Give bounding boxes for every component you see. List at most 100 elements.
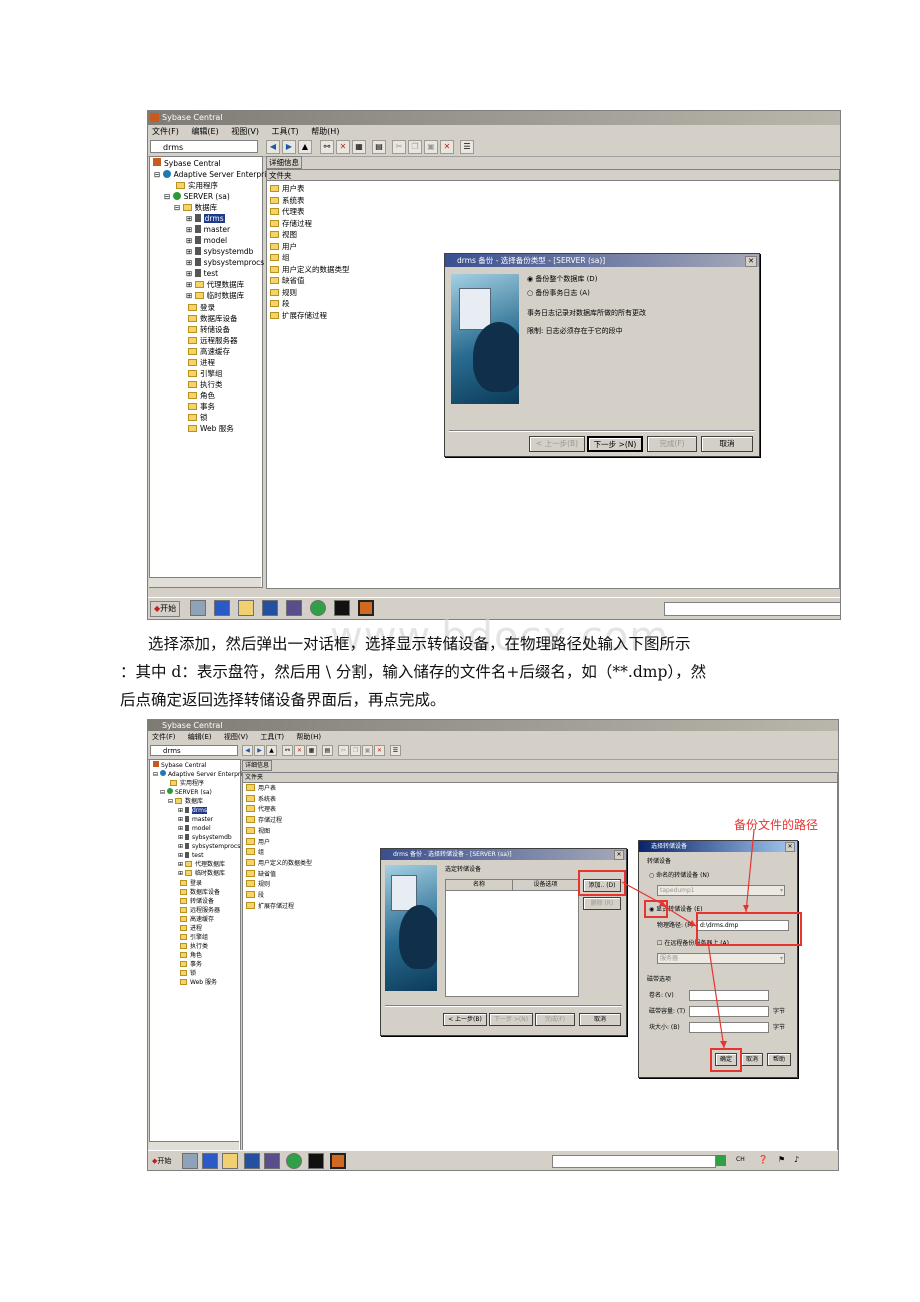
tree-temp-db[interactable]: ⊞ 临时数据库 (186, 290, 244, 301)
finish-button[interactable]: 完成(F) (647, 436, 697, 452)
start-button[interactable]: ◆开始 (150, 1154, 173, 1168)
address-box[interactable] (664, 602, 840, 616)
tray-volume-icon[interactable]: ♪ (794, 1155, 799, 1164)
green-app-icon[interactable] (310, 600, 326, 616)
tree-db-test[interactable]: ⊞ test (186, 268, 218, 279)
folder-list-item[interactable]: 代理表 (270, 206, 305, 218)
go-icon[interactable] (716, 1155, 726, 1166)
console-icon[interactable] (308, 1153, 324, 1169)
tree-db-sybsystemprocs[interactable]: ⊞ sybsystemprocs (186, 257, 264, 268)
folder-list-label: 扩展存储过程 (282, 310, 327, 320)
folder-list-item[interactable]: 用户定义的数据类型 (270, 264, 350, 276)
tree-remote-servers[interactable]: 远程服务器 (188, 335, 238, 346)
tree-caches[interactable]: 高速缓存 (188, 346, 230, 357)
folder-list-item[interactable]: 扩展存储过程 (270, 310, 327, 322)
back-button[interactable]: < 上一步(B) (529, 436, 585, 452)
tree-db-model[interactable]: ⊞ model (186, 235, 227, 246)
menu-tools[interactable]: 工具(T) (272, 127, 299, 136)
query-icon[interactable]: ▦ (352, 140, 366, 154)
database-icon (194, 247, 201, 255)
tree-logins[interactable]: 登录 (188, 302, 215, 313)
network-icon[interactable] (182, 1153, 198, 1169)
tree-roles[interactable]: 角色 (188, 390, 215, 401)
sybase-app-icon[interactable] (262, 600, 278, 616)
tray-network-icon[interactable]: ⚑ (778, 1155, 785, 1164)
tree-dump-devices[interactable]: 转储设备 (188, 324, 230, 335)
delete-icon[interactable]: ✕ (440, 140, 454, 154)
tree-folder-label: 事务 (200, 402, 215, 411)
dialog-limit-text: 限制: 日志必须存在于它的段中 (527, 327, 623, 335)
arrowhead (720, 1041, 727, 1048)
tree-proxy-db[interactable]: ⊞ 代理数据库 (186, 279, 244, 290)
network-icon[interactable] (190, 600, 206, 616)
folder-list-item[interactable]: 用户表 (270, 183, 305, 195)
folder-list-item[interactable]: 系统表 (270, 195, 305, 207)
explorer-icon[interactable] (238, 600, 254, 616)
folder-list-label: 代理表 (282, 207, 305, 216)
tree-db-devices[interactable]: 数据库设备 (188, 313, 238, 324)
tree-exec-classes[interactable]: 执行类 (188, 379, 223, 390)
folder-list-label: 段 (282, 299, 290, 308)
folder-list-item[interactable]: 存储过程 (270, 218, 312, 230)
folder-list-item[interactable]: 用户 (270, 241, 297, 253)
tree-engine-groups[interactable]: 引擎组 (188, 368, 223, 379)
tree-web-services[interactable]: Web 服务 (188, 423, 234, 434)
address-box[interactable] (552, 1155, 716, 1168)
menu-help[interactable]: 帮助(H) (311, 127, 339, 136)
folder-icon[interactable]: ▤ (372, 140, 386, 154)
menu-view[interactable]: 视图(V) (231, 127, 259, 136)
close-icon[interactable]: ✕ (745, 256, 757, 267)
tool-icon[interactable] (264, 1153, 280, 1169)
up-folder-icon[interactable]: ▲ (298, 140, 312, 154)
sybase-central-icon[interactable] (330, 1153, 346, 1169)
disconnect-icon[interactable]: ✕ (336, 140, 350, 154)
tree-db-drms[interactable]: ⊞ drms (186, 213, 225, 224)
powershell-icon[interactable] (214, 600, 230, 616)
green-app-icon[interactable] (286, 1153, 302, 1169)
back-icon[interactable]: ◀ (266, 140, 280, 154)
folder-list-label: 用户定义的数据类型 (282, 264, 350, 274)
tree-server[interactable]: ⊟ SERVER (sa) (164, 191, 230, 202)
tree-transactions[interactable]: 事务 (188, 401, 215, 412)
backup-db-radio[interactable]: ◉ 备份整个数据库 (D) (527, 274, 597, 284)
folder-list-item[interactable]: 视图 (270, 229, 297, 241)
tree-root[interactable]: Sybase Central (153, 158, 221, 169)
menu-file[interactable]: 文件(F) (152, 127, 179, 136)
database-icon (194, 225, 201, 233)
tree-databases[interactable]: ⊟ 数据库 (174, 202, 217, 213)
tree-locks[interactable]: 锁 (188, 412, 208, 423)
detail-tab[interactable]: 详细信息 (266, 156, 302, 169)
next-button[interactable]: 下一步 >(N) (587, 436, 643, 452)
database-combo[interactable]: drms (150, 140, 258, 153)
folder-list-item[interactable]: 缺省值 (270, 275, 305, 287)
tree-db-master[interactable]: ⊞ master (186, 224, 230, 235)
cancel-button[interactable]: 取消 (701, 436, 753, 452)
start-button[interactable]: ◆开始 (150, 601, 181, 617)
menu-edit[interactable]: 编辑(E) (191, 127, 218, 136)
folder-list-label: 缺省值 (282, 276, 305, 285)
tray-help-icon[interactable]: ❓ (758, 1155, 768, 1164)
tree-processes[interactable]: 进程 (188, 357, 215, 368)
tree-utility[interactable]: 实用程序 (176, 180, 218, 191)
folder-list-item[interactable]: 组 (270, 252, 290, 264)
tree-hscrollbar[interactable] (149, 577, 261, 587)
tree-ase[interactable]: ⊟ Adaptive Server Enterprise (154, 169, 275, 180)
column-header[interactable]: 文件夹 (267, 170, 347, 181)
folder-icon (270, 231, 279, 238)
powershell-icon[interactable] (202, 1153, 218, 1169)
tree-db-sybsystemdb[interactable]: ⊞ sybsystemdb (186, 246, 253, 257)
tree-ase-label: Adaptive Server Enterprise (173, 170, 275, 179)
properties-icon[interactable]: ☰ (460, 140, 474, 154)
connect-icon[interactable]: ⚯ (320, 140, 334, 154)
tray-language[interactable]: CH (736, 1156, 745, 1163)
tool-icon[interactable] (286, 600, 302, 616)
cut-icon[interactable]: ✂ (392, 140, 406, 154)
backup-log-radio[interactable]: ○ 备份事务日志 (A) (527, 288, 590, 298)
folder-list-item[interactable]: 段 (270, 298, 290, 310)
explorer-icon[interactable] (222, 1153, 238, 1169)
forward-icon[interactable]: ▶ (282, 140, 296, 154)
copy-icon[interactable]: ❐ (408, 140, 422, 154)
folder-list-item[interactable]: 规则 (270, 287, 297, 299)
paste-icon[interactable]: ▣ (424, 140, 438, 154)
sybase-app-icon[interactable] (244, 1153, 260, 1169)
